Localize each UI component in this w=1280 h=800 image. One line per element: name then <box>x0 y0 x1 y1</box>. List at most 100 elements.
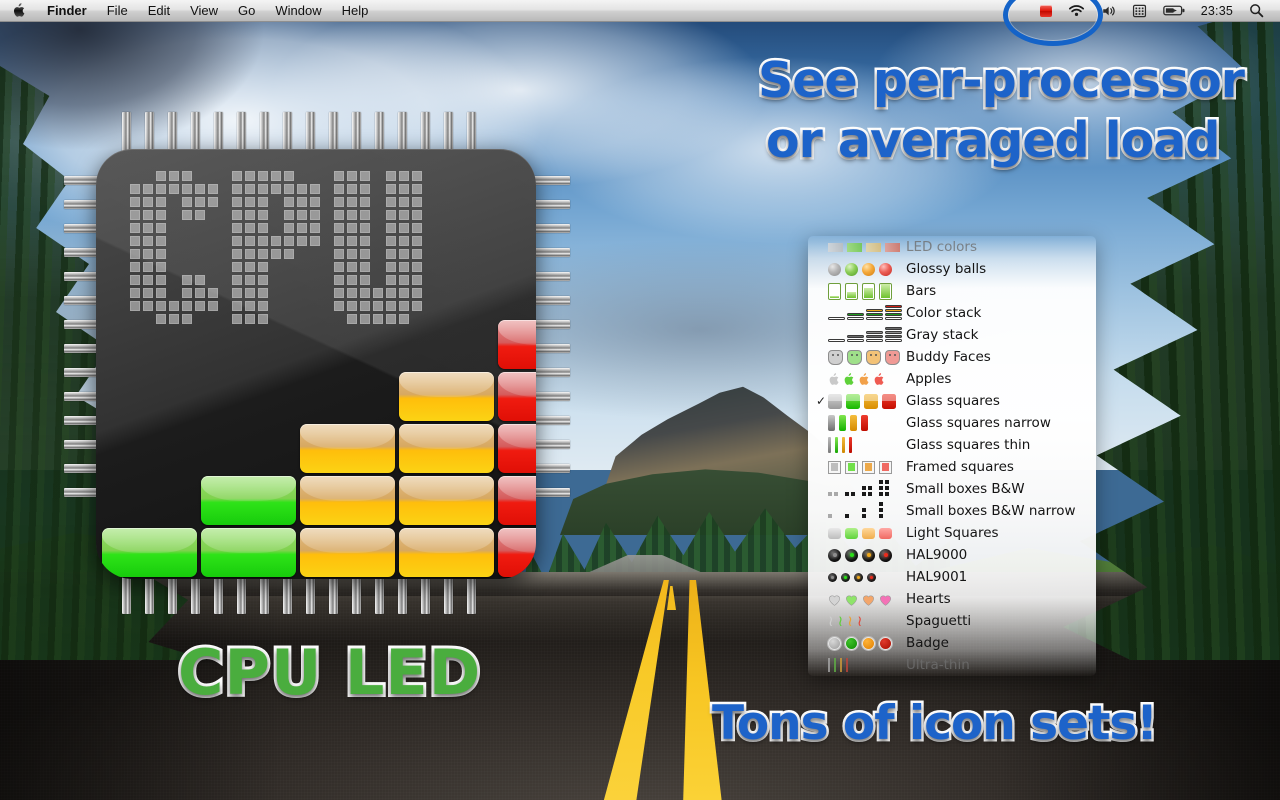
menu-item-hearts[interactable]: Hearts <box>808 588 1096 610</box>
dotmatrix-dot <box>284 249 294 259</box>
menu-bar-item-go[interactable]: Go <box>228 0 265 22</box>
ultra-thin-chip <box>840 658 842 672</box>
dotmatrix-dot <box>310 223 320 233</box>
ultra-thin-chip <box>846 658 848 672</box>
dotmatrix-dot <box>386 249 396 259</box>
dotmatrix-dot <box>245 197 255 207</box>
framed-square-chip <box>845 461 858 474</box>
dotmatrix-dot <box>399 249 409 259</box>
glass-square-thin-chip <box>835 437 838 453</box>
hal9001-chip <box>867 573 876 582</box>
cpu-chip-graphic <box>64 112 584 612</box>
led-colors-chip <box>828 243 843 252</box>
color-stack-chip <box>828 306 843 320</box>
menu-item-gray-stack[interactable]: Gray stack <box>808 324 1096 346</box>
menu-item-light-squares[interactable]: Light Squares <box>808 522 1096 544</box>
macos-menu-bar: FinderFileEditViewGoWindowHelp <box>0 0 1280 22</box>
badge-chip <box>862 637 875 650</box>
menu-bar-item-file[interactable]: File <box>97 0 138 22</box>
load-bar-block <box>399 424 494 473</box>
menu-bar-item-edit[interactable]: Edit <box>138 0 180 22</box>
gray-stack-chip <box>828 328 843 342</box>
menu-item-apples[interactable]: Apples <box>808 368 1096 390</box>
glass-square-narrow-chip <box>828 415 835 431</box>
menu-bar-clock[interactable]: 23:35 <box>1193 4 1241 18</box>
search-icon[interactable] <box>1241 0 1272 22</box>
dotmatrix-dot <box>412 210 422 220</box>
menu-item-glass-squares-thin[interactable]: Glass squares thin <box>808 434 1096 456</box>
dotmatrix-dot <box>130 249 140 259</box>
dotmatrix-dot <box>156 171 166 181</box>
menu-item-small-boxes-b-w-narrow[interactable]: Small boxes B&W narrow <box>808 500 1096 522</box>
menu-item-glossy-balls[interactable]: Glossy balls <box>808 258 1096 280</box>
menu-item-label: Small boxes B&W <box>900 478 1025 500</box>
dotmatrix-dot <box>284 171 294 181</box>
dotmatrix-dot <box>386 184 396 194</box>
menu-item-badge[interactable]: Badge <box>808 632 1096 654</box>
hal9001-chip <box>828 573 837 582</box>
load-bar-block <box>102 528 197 577</box>
volume-icon[interactable] <box>1093 0 1124 22</box>
menu-item-label: Small boxes B&W narrow <box>900 500 1076 522</box>
dotmatrix-dot <box>399 236 409 246</box>
menu-item-spaguetti[interactable]: ≀≀≀≀Spaguetti <box>808 610 1096 632</box>
small-box-bw-narrow-chip <box>879 505 892 518</box>
menu-item-hal9001[interactable]: HAL9001 <box>808 566 1096 588</box>
menu-item-led-colors[interactable]: LED colors <box>808 236 1096 258</box>
dotmatrix-dot <box>232 249 242 259</box>
load-bar-block <box>201 528 296 577</box>
wifi-icon-svg <box>1068 4 1085 18</box>
menu-item-small-boxes-b-w[interactable]: Small boxes B&W <box>808 478 1096 500</box>
dotmatrix-dot <box>399 223 409 233</box>
gray-stack-chip <box>847 328 862 342</box>
menu-item-bars[interactable]: Bars <box>808 280 1096 302</box>
menu-bar-item-help[interactable]: Help <box>332 0 379 22</box>
menu-bar-item-finder[interactable]: Finder <box>37 0 97 22</box>
menu-item-label: Bars <box>900 280 936 302</box>
dotmatrix-dot <box>334 184 344 194</box>
dotmatrix-dot <box>412 236 422 246</box>
dotmatrix-dot <box>143 210 153 220</box>
dotmatrix-dot <box>297 210 307 220</box>
spaguetti-chip: ≀ <box>828 614 834 629</box>
dotmatrix-dot <box>169 184 179 194</box>
icon-set-dropdown-menu[interactable]: LED colorsGlossy ballsBarsColor stackGra… <box>808 236 1096 676</box>
dotmatrix-dot <box>258 236 268 246</box>
cpu-led-status-icon[interactable] <box>1032 0 1060 22</box>
dotmatrix-dot <box>195 210 205 220</box>
menu-item-framed-squares[interactable]: Framed squares <box>808 456 1096 478</box>
load-bar-block <box>399 372 494 421</box>
dotmatrix-dot <box>284 184 294 194</box>
menu-item-ultra-thin[interactable]: Ultra-thin <box>808 654 1096 676</box>
menu-item-color-stack[interactable]: Color stack <box>808 302 1096 324</box>
apple-logo-icon[interactable] <box>0 3 37 18</box>
color-stack-chip <box>866 306 881 320</box>
menu-item-buddy-faces[interactable]: Buddy Faces <box>808 346 1096 368</box>
glass-square-narrow-chip <box>861 415 868 431</box>
menu-bar-item-view[interactable]: View <box>180 0 228 22</box>
menu-item-label: Apples <box>900 368 951 390</box>
wifi-icon[interactable] <box>1060 0 1093 22</box>
menu-item-hal9000[interactable]: HAL9000 <box>808 544 1096 566</box>
framed-squares-swatch <box>828 456 900 478</box>
small-box-bw-chip <box>845 483 858 496</box>
buddy-face-chip <box>828 350 843 365</box>
menu-item-glass-squares-narrow[interactable]: Glass squares narrow <box>808 412 1096 434</box>
dotmatrix-dot <box>245 210 255 220</box>
menu-item-glass-squares[interactable]: ✓Glass squares <box>808 390 1096 412</box>
glass-square-chip <box>846 394 860 409</box>
menu-bar-item-window[interactable]: Window <box>265 0 331 22</box>
battery-icon[interactable] <box>1155 0 1193 22</box>
dotmatrix-dot <box>399 184 409 194</box>
dotmatrix-dot <box>360 236 370 246</box>
load-bar-block <box>498 476 536 525</box>
apple-logo-svg <box>12 3 25 18</box>
input-source-icon[interactable] <box>1124 0 1155 22</box>
glass-square-narrow-chip <box>850 415 857 431</box>
headline-line-2: or averaged load <box>766 112 1219 169</box>
dotmatrix-dot <box>143 223 153 233</box>
spaguetti-chip: ≀ <box>847 614 853 629</box>
apple-chip <box>858 373 869 386</box>
dotmatrix-dot <box>297 223 307 233</box>
dotmatrix-dot <box>182 210 192 220</box>
